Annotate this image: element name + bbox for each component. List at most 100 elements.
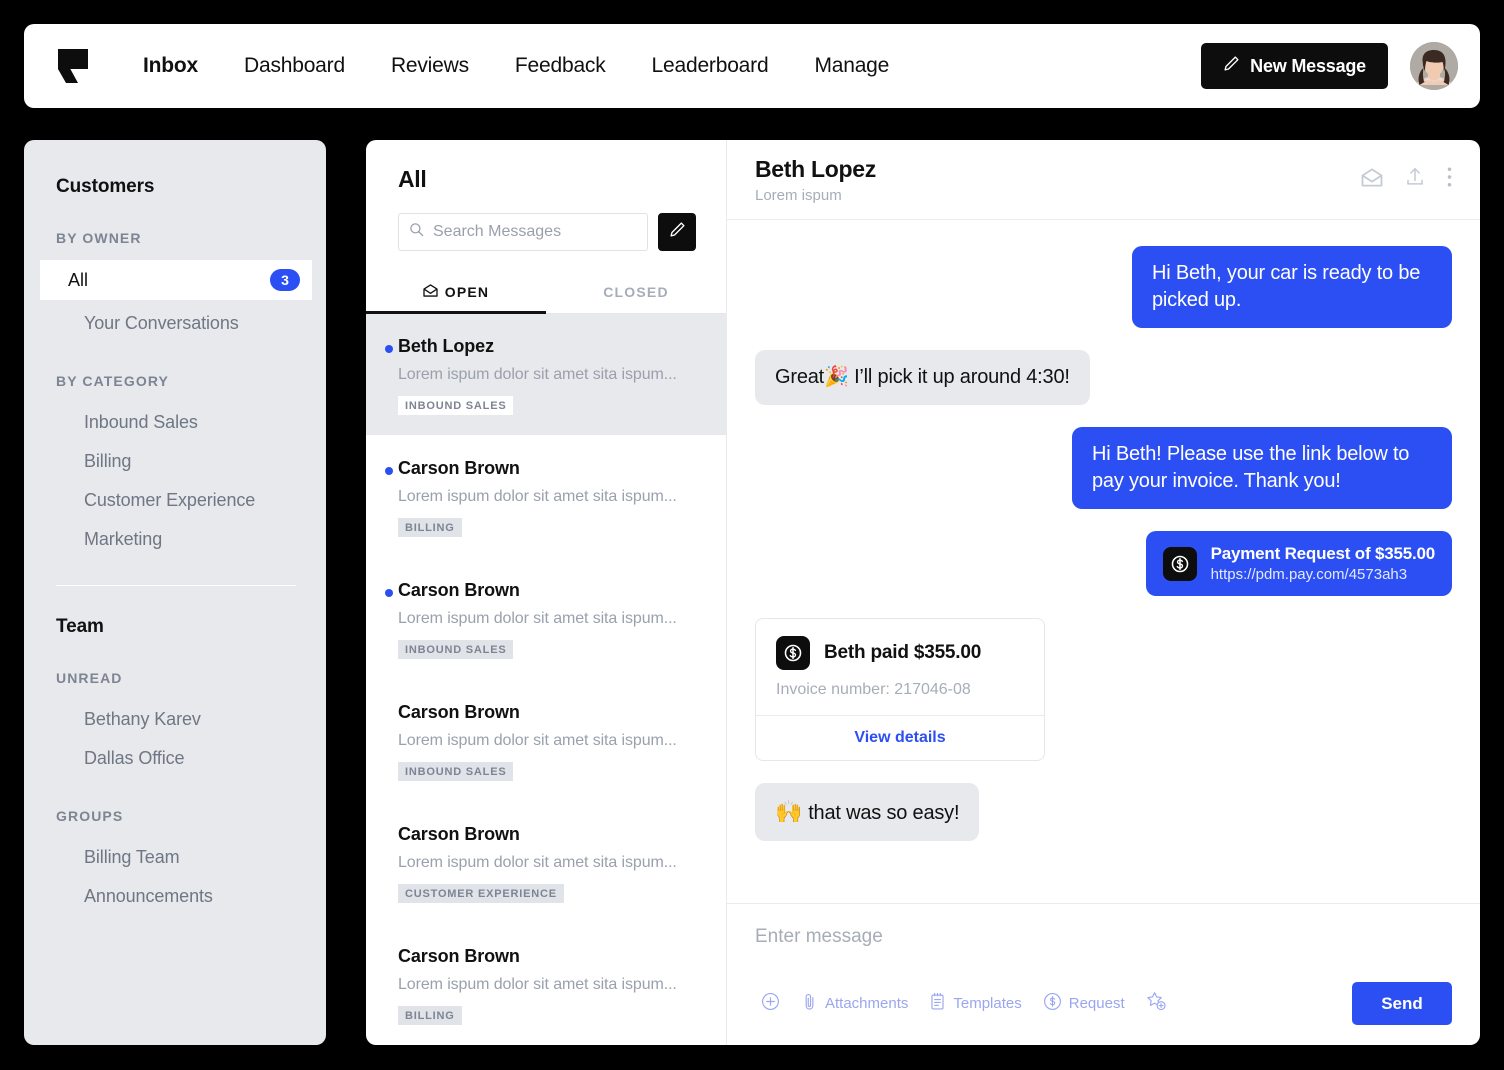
dollar-circle-icon [1043, 992, 1062, 1015]
sidebar-item-billing[interactable]: Billing [56, 442, 296, 481]
sidebar-heading-groups: GROUPS [56, 808, 124, 824]
pencil-icon [669, 221, 686, 243]
message-bubble-outgoing: Hi Beth, your car is ready to be picked … [1132, 246, 1452, 328]
message-row: 🙌 that was so easy! [755, 783, 1452, 841]
conversation-subtitle: Lorem ispum [755, 186, 842, 204]
add-button[interactable] [755, 990, 786, 1017]
view-details-link[interactable]: View details [756, 715, 1044, 760]
upload-icon[interactable] [1405, 167, 1425, 193]
message-row: Great🎉 I’ll pick it up around 4:30! [755, 350, 1452, 405]
payment-request-url[interactable]: https://pdm.pay.com/4573ah3 [1211, 566, 1435, 583]
app-root: Inbox Dashboard Reviews Feedback Leaderb… [0, 0, 1504, 1070]
list-item-tag: INBOUND SALES [398, 640, 514, 659]
sidebar-section-team-title: Team [56, 616, 104, 637]
payment-receipt-invoice: Invoice number: 217046-08 [776, 681, 971, 698]
list-item-snippet: Lorem ispum dolor sit amet sita ispum... [398, 610, 677, 627]
nav-item-manage[interactable]: Manage [791, 54, 912, 78]
attachments-button[interactable]: Attachments [795, 990, 914, 1017]
sidebar-item-customer-experience[interactable]: Customer Experience [56, 481, 296, 520]
search-row [366, 193, 726, 251]
send-button[interactable]: Send [1352, 982, 1452, 1025]
list-item-name: Carson Brown [398, 580, 520, 600]
message-bubble-incoming: 🙌 that was so easy! [755, 783, 980, 841]
list-item-name: Carson Brown [398, 458, 520, 478]
message-bubble-outgoing: Hi Beth! Please use the link below to pa… [1072, 427, 1452, 509]
app-logo-icon[interactable] [56, 47, 90, 85]
add-to-favorites-button[interactable] [1140, 989, 1173, 1018]
list-item-name: Carson Brown [398, 946, 520, 966]
sidebar-item-inbound-sales[interactable]: Inbound Sales [56, 403, 296, 442]
new-message-button[interactable]: New Message [1201, 43, 1388, 89]
sidebar-item-announcements[interactable]: Announcements [56, 877, 296, 916]
open-envelope-icon [423, 284, 438, 300]
list-item-tag: INBOUND SALES [398, 762, 514, 781]
list-item-snippet: Lorem ispum dolor sit amet sita ispum... [398, 854, 677, 871]
list-item[interactable]: Carson Brown Lorem ispum dolor sit amet … [366, 436, 726, 558]
sidebar-item-dallas-office[interactable]: Dallas Office [56, 739, 296, 778]
sidebar-item-your-conversations[interactable]: Your Conversations [56, 304, 296, 343]
list-item-snippet: Lorem ispum dolor sit amet sita ispum... [398, 488, 677, 505]
compose-message-button[interactable] [658, 213, 696, 251]
nav-item-inbox[interactable]: Inbox [120, 54, 221, 78]
message-thread: Hi Beth, your car is ready to be picked … [727, 220, 1480, 903]
list-item[interactable]: Carson Brown Lorem ispum dolor sit amet … [366, 680, 726, 802]
templates-button[interactable]: Templates [923, 990, 1027, 1017]
star-plus-icon [1146, 991, 1167, 1016]
search-icon [409, 222, 424, 242]
message-input[interactable] [755, 926, 1452, 948]
tab-closed[interactable]: CLOSED [546, 273, 726, 313]
request-label: Request [1068, 995, 1125, 1012]
list-item-snippet: Lorem ispum dolor sit amet sita ispum... [398, 366, 677, 383]
request-button[interactable]: Request [1037, 990, 1131, 1017]
payment-request-title: Payment Request of $355.00 [1210, 544, 1436, 563]
search-input[interactable] [433, 223, 637, 241]
templates-label: Templates [953, 995, 1022, 1012]
list-item[interactable]: Carson Brown Lorem ispum dolor sit amet … [366, 802, 726, 924]
list-item[interactable]: Carson Brown Lorem ispum dolor sit amet … [366, 924, 726, 1045]
top-navigation-bar: Inbox Dashboard Reviews Feedback Leaderb… [24, 24, 1480, 108]
more-vertical-icon[interactable] [1447, 167, 1452, 192]
list-item-tag: BILLING [398, 1006, 462, 1025]
nav-item-dashboard[interactable]: Dashboard [221, 54, 368, 78]
payment-receipt-card: Beth paid $355.00 Invoice number: 217046… [755, 618, 1045, 761]
list-item[interactable]: Carson Brown Lorem ispum dolor sit amet … [366, 558, 726, 680]
list-item-name: Beth Lopez [398, 336, 494, 356]
sidebar: Customers BY OWNER All 3 Your Conversati… [24, 140, 326, 1045]
nav-item-reviews[interactable]: Reviews [368, 54, 492, 78]
list-item-snippet: Lorem ispum dolor sit amet sita ispum... [398, 976, 677, 993]
nav-items: Inbox Dashboard Reviews Feedback Leaderb… [120, 54, 912, 78]
raising-hands-emoji-icon: 🙌 [775, 799, 803, 824]
message-list-panel: All Search Messages OPEN CLOSED Beth Lop… [366, 140, 726, 1045]
list-item-tag: CUSTOMER EXPERIENCE [398, 884, 564, 903]
sidebar-heading-unread: UNREAD [56, 670, 123, 686]
sidebar-item-marketing[interactable]: Marketing [56, 520, 296, 559]
message-bubble-incoming: Great🎉 I’ll pick it up around 4:30! [755, 350, 1090, 405]
message-composer: Attachments Templates [727, 903, 1480, 1045]
payment-request-bubble[interactable]: Payment Request of $355.00 https://pdm.p… [1145, 531, 1452, 596]
tab-open[interactable]: OPEN [366, 273, 546, 314]
nav-item-feedback[interactable]: Feedback [492, 54, 629, 78]
nav-item-leaderboard[interactable]: Leaderboard [629, 54, 792, 78]
attachments-label: Attachments [825, 995, 909, 1012]
sidebar-item-all[interactable]: All 3 [40, 260, 312, 300]
avatar[interactable] [1410, 42, 1458, 90]
search-box[interactable] [398, 213, 648, 251]
plus-circle-icon [761, 992, 780, 1015]
nav-right-group: New Message [1201, 42, 1458, 90]
composer-toolbar: Attachments Templates Request Send [755, 982, 1452, 1025]
sidebar-item-all-label: All [68, 269, 89, 290]
tab-open-label: OPEN [444, 284, 490, 300]
dollar-circle-icon [776, 636, 810, 670]
message-row: Hi Beth, your car is ready to be picked … [755, 246, 1452, 328]
conversation-header-actions [1361, 167, 1452, 193]
sidebar-item-bethany-karev[interactable]: Bethany Karev [56, 700, 296, 739]
sidebar-all-badge: 3 [270, 269, 300, 291]
page-title: Beth Lopez [755, 155, 876, 182]
open-envelope-icon[interactable] [1361, 167, 1383, 192]
list-item-tag: BILLING [398, 518, 462, 537]
sidebar-item-billing-team[interactable]: Billing Team [56, 838, 296, 877]
list-item[interactable]: Beth Lopez Lorem ispum dolor sit amet si… [366, 314, 726, 436]
unread-dot-icon [385, 589, 393, 597]
notepad-icon [929, 992, 946, 1015]
message-row: Beth paid $355.00 Invoice number: 217046… [755, 618, 1452, 761]
